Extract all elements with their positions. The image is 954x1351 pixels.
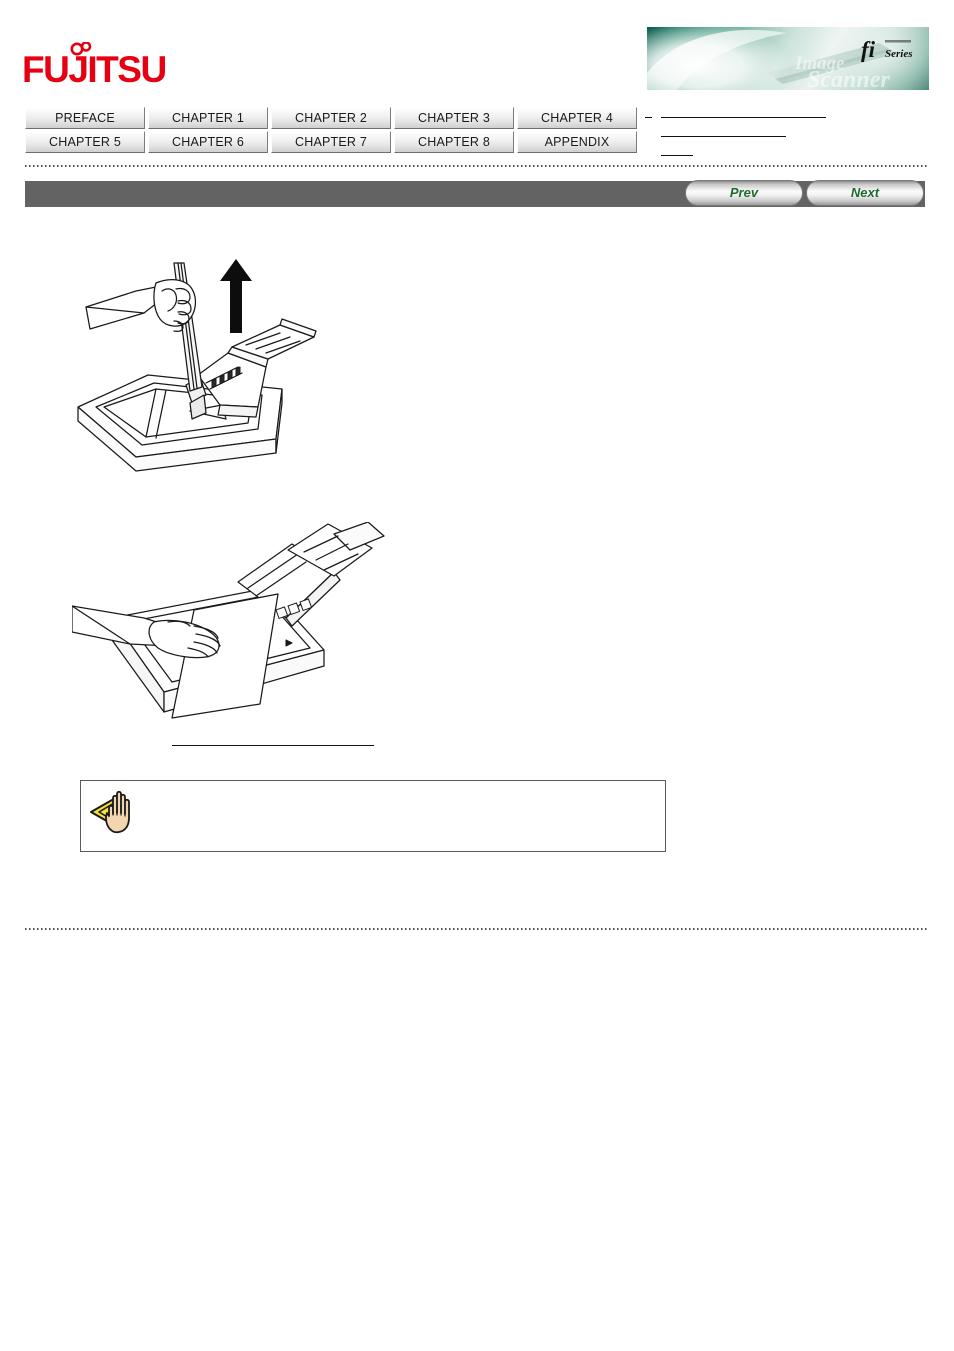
tab-chapter-2[interactable]: CHAPTER 2	[271, 107, 391, 129]
banner-watermark-scanner: Scanner	[807, 67, 890, 90]
banner-series-mark: Series	[885, 48, 913, 60]
tab-appendix[interactable]: APPENDIX	[517, 131, 637, 153]
tab-chapter-3[interactable]: CHAPTER 3	[394, 107, 514, 129]
tab-preface[interactable]: PREFACE	[25, 107, 145, 129]
tab-chapter-7[interactable]: CHAPTER 7	[271, 131, 391, 153]
figure-adf-open	[70, 255, 320, 480]
tab-chapter-8[interactable]: CHAPTER 8	[394, 131, 514, 153]
tab-row-2: CHAPTER 5 CHAPTER 6 CHAPTER 7 CHAPTER 8 …	[25, 131, 637, 153]
breadcrumb-rule-3	[661, 155, 693, 156]
chapter-tab-nav: PREFACE CHAPTER 1 CHAPTER 2 CHAPTER 3 CH…	[25, 107, 637, 153]
page-header: FUJITSU Image Scanner fi Series	[0, 0, 954, 100]
next-button[interactable]: Next	[806, 180, 924, 206]
tab-chapter-5[interactable]: CHAPTER 5	[25, 131, 145, 153]
fujitsu-logo: FUJITSU	[22, 41, 192, 90]
tab-row-1: PREFACE CHAPTER 1 CHAPTER 2 CHAPTER 3 CH…	[25, 107, 637, 129]
attention-hand-icon	[89, 786, 141, 834]
tab-chapter-4[interactable]: CHAPTER 4	[517, 107, 637, 129]
banner-fi-mark: fi	[861, 37, 876, 62]
breadcrumb-connector	[645, 117, 652, 118]
attention-box	[80, 780, 666, 852]
page-nav-buttons: Prev Next	[685, 180, 924, 206]
svg-text:FUJITSU: FUJITSU	[22, 49, 166, 90]
breadcrumb-rule-2	[661, 136, 786, 137]
figure-flatbed	[72, 522, 392, 727]
figure-caption-rule	[172, 745, 374, 746]
breadcrumb-rule-1	[661, 117, 826, 118]
prev-button[interactable]: Prev	[685, 180, 803, 206]
dotted-divider-top	[25, 165, 929, 167]
tab-chapter-1[interactable]: CHAPTER 1	[148, 107, 268, 129]
tab-chapter-6[interactable]: CHAPTER 6	[148, 131, 268, 153]
dotted-divider-bottom	[25, 928, 929, 930]
page-toolbar: Prev Next	[25, 180, 925, 207]
product-banner: Image Scanner fi Series	[647, 27, 929, 90]
